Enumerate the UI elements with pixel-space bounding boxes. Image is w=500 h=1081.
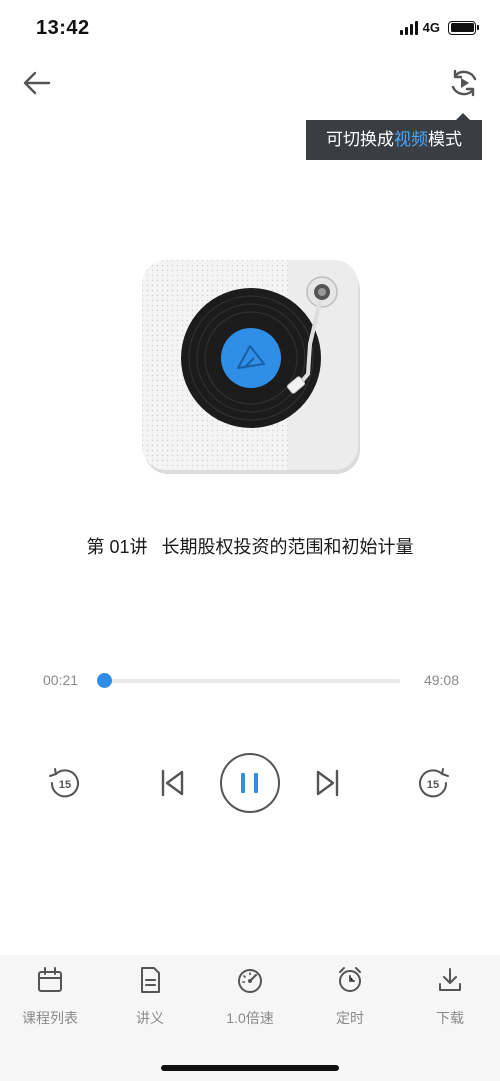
network-type: 4G: [422, 20, 440, 35]
forward-15-button[interactable]: 15: [416, 765, 452, 801]
home-indicator: [161, 1065, 339, 1071]
speedometer-icon: [238, 969, 262, 993]
svg-text:15: 15: [59, 779, 71, 791]
download-icon: [439, 968, 461, 991]
document-icon: [141, 967, 160, 993]
current-time: 00:21: [43, 672, 79, 688]
switch-mode-button[interactable]: [447, 66, 481, 100]
rewind-15-icon: 15: [49, 768, 79, 798]
lesson-number: 第 01讲: [86, 537, 148, 557]
tooltip-text-after: 模式: [428, 130, 462, 149]
lesson-title: 第 01讲 长期股权投资的范围和初始计量: [0, 533, 500, 559]
tab-course-list[interactable]: 课程列表: [0, 965, 100, 1045]
tab-lecture-notes[interactable]: 讲义: [100, 965, 200, 1045]
total-time: 49:08: [423, 672, 459, 688]
pause-icon: [220, 753, 280, 813]
status-time: 13:42: [36, 17, 90, 39]
bottom-toolbar: 课程列表 讲义 1.0倍速 定时 下载: [0, 955, 500, 1081]
tab-playback-speed[interactable]: 1.0倍速: [200, 965, 300, 1045]
calendar-icon: [38, 967, 62, 992]
tab-label: 1.0倍速: [226, 1010, 274, 1026]
lesson-name: 长期股权投资的范围和初始计量: [161, 537, 414, 557]
rewind-15-button[interactable]: 15: [46, 765, 82, 801]
mode-switch-tooltip: 可切换成视频模式: [306, 113, 482, 160]
alarm-clock-icon: [339, 967, 361, 992]
progress-thumb[interactable]: [97, 673, 113, 688]
tab-timer[interactable]: 定时: [300, 965, 400, 1045]
skip-previous-icon: [161, 769, 184, 797]
signal-icon: [399, 20, 418, 35]
tooltip-text-highlight: 视频: [394, 130, 428, 149]
battery-icon: [448, 20, 479, 35]
tab-label: 定时: [336, 1010, 364, 1026]
play-pause-button[interactable]: [219, 752, 281, 814]
progress-bar[interactable]: [97, 673, 400, 688]
tab-label: 下载: [436, 1010, 464, 1026]
switch-mode-icon: [451, 69, 477, 97]
arrow-left-icon: [23, 71, 51, 95]
status-bar: 13:42 4G: [0, 0, 500, 58]
forward-15-icon: 15: [419, 768, 449, 798]
status-indicators: 4G: [399, 20, 479, 35]
previous-track-button[interactable]: [156, 766, 188, 800]
back-button[interactable]: [20, 66, 54, 100]
svg-text:15: 15: [427, 779, 439, 791]
skip-next-icon: [316, 769, 339, 797]
tab-label: 讲义: [136, 1010, 164, 1026]
tooltip-text-before: 可切换成: [326, 130, 394, 149]
tab-download[interactable]: 下载: [400, 965, 500, 1045]
tab-label: 课程列表: [22, 1010, 78, 1026]
next-track-button[interactable]: [312, 766, 344, 800]
turntable-cover-art: [140, 258, 360, 474]
